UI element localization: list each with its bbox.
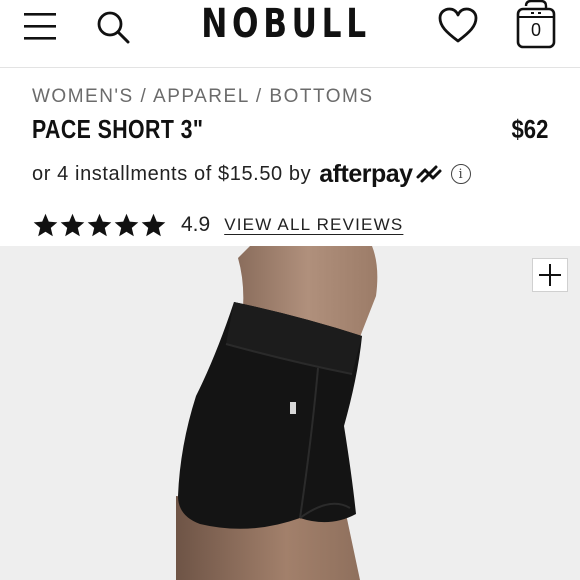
afterpay-logo: afterpay	[319, 160, 442, 189]
star-icon	[141, 213, 166, 236]
product-title: PACE SHORT 3"	[32, 114, 204, 144]
product-photo-illustration	[176, 246, 378, 580]
afterpay-arrows-icon	[416, 165, 442, 183]
product-image[interactable]	[0, 246, 580, 580]
rating-value: 4.9	[181, 213, 211, 236]
plus-icon	[539, 264, 561, 286]
rating-row: 4.9 VIEW ALL REVIEWS	[32, 208, 403, 242]
installments-text: or 4 installments of $15.50 by	[32, 162, 312, 185]
search-icon[interactable]	[94, 8, 132, 46]
zoom-button[interactable]	[532, 258, 568, 292]
star-icon	[87, 213, 112, 236]
view-all-reviews-link[interactable]: VIEW ALL REVIEWS	[224, 215, 403, 235]
star-icon	[33, 213, 58, 236]
heart-icon[interactable]	[436, 6, 480, 46]
info-icon[interactable]: i	[450, 164, 471, 184]
star-icon	[60, 213, 85, 236]
afterpay-installments: or 4 installments of $15.50 by afterpay …	[32, 158, 471, 190]
product-price: $62	[511, 114, 548, 144]
site-header: NOBULL 0	[0, 0, 580, 68]
hamburger-menu-icon[interactable]	[24, 10, 58, 44]
star-rating	[32, 212, 167, 239]
cart-count-badge: 0	[530, 20, 541, 40]
breadcrumb[interactable]: WOMEN'S / APPAREL / BOTTOMS	[32, 86, 374, 108]
afterpay-brand-text: afterpay	[319, 159, 413, 188]
star-icon	[114, 213, 139, 236]
brand-logo[interactable]: NOBULL	[201, 0, 366, 48]
